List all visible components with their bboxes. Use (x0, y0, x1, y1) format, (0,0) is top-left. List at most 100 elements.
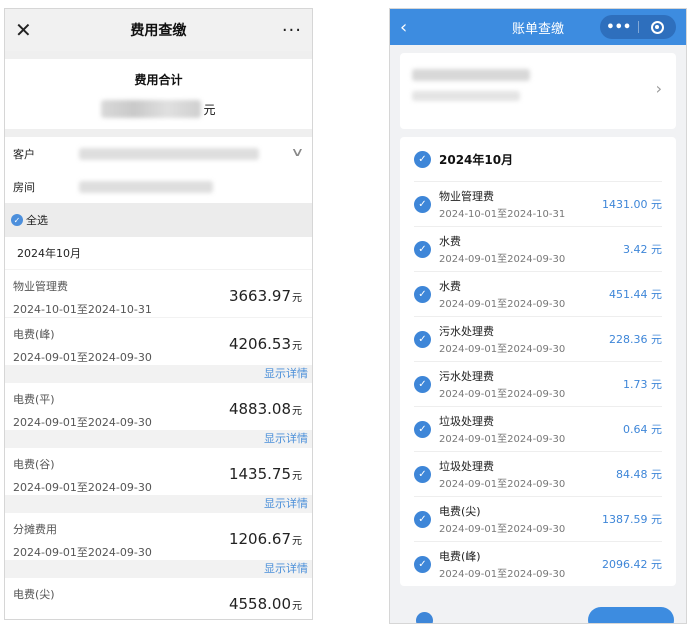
bill-name: 水费 (439, 235, 461, 248)
list-item[interactable]: ✓ 水费 2024-09-01至2024-09-30 451.44 元 (414, 271, 662, 316)
month-header: 2024年10月 (5, 237, 312, 269)
list-item[interactable]: 物业管理费 2024-10-01至2024-10-31 3663.97元 (5, 269, 312, 317)
list-item[interactable]: ✓ 污水处理费 2024-09-01至2024-09-30 228.36 元 (414, 316, 662, 361)
checkmark-icon[interactable]: ✓ (414, 195, 431, 213)
customer-field[interactable]: 客户 ∨ (5, 137, 312, 170)
list-item[interactable]: ✓ 电费(尖) 2024-09-01至2024-09-30 1387.59 元 (414, 496, 662, 541)
checkmark-icon[interactable]: ✓ (414, 285, 431, 303)
bill-date: 2024-09-01至2024-09-30 (439, 299, 566, 310)
month-header[interactable]: ✓ 2024年10月 (414, 137, 662, 181)
fee-amount: 4883.08元 (229, 400, 302, 418)
nav-bar: ‹ 账单查缴 ••• (390, 9, 686, 45)
checkmark-icon: ✓ (11, 214, 23, 226)
checkmark-icon[interactable]: ✓ (414, 465, 431, 483)
pay-button[interactable] (588, 607, 674, 623)
amount-value: 3663.97 (228, 287, 291, 305)
checkmark-icon[interactable]: ✓ (414, 150, 431, 168)
bill-amount: 228.36 元 (609, 333, 662, 346)
bill-name: 电费(峰) (439, 550, 481, 563)
show-details-link[interactable]: 显示详情 (5, 560, 312, 577)
chevron-down-icon[interactable]: ∨ (291, 145, 305, 159)
checkmark-icon[interactable]: ✓ (414, 240, 431, 258)
bill-date: 2024-09-01至2024-09-30 (439, 569, 566, 580)
list-item[interactable]: 电费(尖) 4558.00元 (5, 577, 312, 619)
bill-amount: 3.42 元 (623, 243, 662, 256)
list-item[interactable]: ✓ 污水处理费 2024-09-01至2024-09-30 1.73 元 (414, 361, 662, 406)
list-item[interactable]: ✓ 水费 2024-09-01至2024-09-30 3.42 元 (414, 226, 662, 271)
bill-amount: 2096.42 元 (602, 558, 662, 571)
checkmark-icon[interactable]: ✓ (414, 510, 431, 528)
filter-fields: 客户 ∨ 房间 (5, 137, 312, 203)
bill-date: 2024-09-01至2024-09-30 (439, 524, 566, 535)
bill-date: 2024-09-01至2024-09-30 (439, 344, 566, 355)
list-item[interactable]: ✓ 垃圾处理费 2024-09-01至2024-09-30 0.64 元 (414, 406, 662, 451)
bill-list: ✓ 2024年10月 ✓ 物业管理费 2024-10-01至2024-10-31 … (400, 137, 676, 586)
fee-amount: 4558.00元 (229, 595, 302, 613)
checkmark-icon[interactable]: ✓ (414, 555, 431, 573)
redacted-house-name (412, 69, 530, 81)
close-icon[interactable]: ✕ (15, 18, 35, 42)
bill-name: 物业管理费 (439, 190, 494, 203)
checkmark-icon[interactable]: ✓ (414, 375, 431, 393)
house-selector-card[interactable]: › (400, 53, 676, 129)
miniapp-capsule: ••• (600, 15, 676, 39)
select-all-label: 全选 (26, 214, 48, 227)
show-details-link[interactable]: 显示详情 (5, 495, 312, 512)
bill-name: 污水处理费 (439, 325, 494, 338)
room-label: 房间 (13, 180, 35, 194)
bill-amount: 0.64 元 (623, 423, 662, 436)
list-item[interactable]: ✓ 电费(峰) 2024-09-01至2024-09-30 2096.42 元 (414, 541, 662, 586)
select-all-checkbox[interactable]: ✓ 全选 (5, 203, 312, 237)
fee-amount: 1206.67元 (229, 530, 302, 548)
bill-amount: 84.48 元 (616, 468, 662, 481)
bill-inquiry-screen: ‹ 账单查缴 ••• › ✓ 2024年10月 ✓ 物业管理费 2024-10-0… (389, 8, 687, 624)
redacted-total-amount (101, 100, 202, 118)
bill-amount: 451.44 元 (609, 288, 662, 301)
nav-bar: ✕ 费用查缴 ··· (5, 9, 312, 51)
fee-inquiry-screen: ✕ 费用查缴 ··· 费用合计 元 客户 ∨ 房间 ✓ 全选 2024年10月 … (4, 8, 313, 620)
checkmark-icon[interactable]: ✓ (414, 330, 431, 348)
more-icon[interactable]: ··· (282, 20, 302, 41)
bill-name: 垃圾处理费 (439, 415, 494, 428)
checkmark-icon[interactable]: ✓ (414, 420, 431, 438)
close-miniapp-icon[interactable] (639, 20, 677, 34)
fee-amount: 1435.75元 (229, 465, 302, 483)
list-item[interactable]: 电费(谷) 2024-09-01至2024-09-30 1435.75元 (5, 447, 312, 495)
more-icon[interactable]: ••• (600, 20, 638, 35)
amount-value: 1435.75 (228, 465, 291, 483)
amount-unit: 元 (292, 406, 302, 417)
list-item[interactable]: 电费(平) 2024-09-01至2024-09-30 4883.08元 (5, 382, 312, 430)
amount-unit: 元 (292, 601, 302, 612)
amount-unit: 元 (292, 341, 302, 352)
bill-date: 2024-09-01至2024-09-30 (439, 434, 566, 445)
amount-unit: 元 (292, 471, 302, 482)
bill-name: 污水处理费 (439, 370, 494, 383)
bill-name: 电费(尖) (439, 505, 481, 518)
fee-list: 物业管理费 2024-10-01至2024-10-31 3663.97元 电费(… (5, 269, 312, 619)
bill-date: 2024-10-01至2024-10-31 (439, 209, 566, 220)
customer-label: 客户 (13, 147, 35, 161)
list-item[interactable]: 电费(峰) 2024-09-01至2024-09-30 4206.53元 (5, 317, 312, 365)
page-title: 费用查缴 (130, 23, 187, 39)
select-all-checkbox[interactable] (416, 612, 433, 623)
show-details-link[interactable]: 显示详情 (5, 365, 312, 382)
show-details-link[interactable]: 显示详情 (5, 430, 312, 447)
amount-value: 4883.08 (228, 400, 291, 418)
amount-value: 4206.53 (228, 335, 291, 353)
bill-amount: 1431.00 元 (602, 198, 662, 211)
bill-name: 垃圾处理费 (439, 460, 494, 473)
bill-date: 2024-09-01至2024-09-30 (439, 254, 566, 265)
list-item[interactable]: ✓ 物业管理费 2024-10-01至2024-10-31 1431.00 元 (414, 181, 662, 226)
list-item[interactable]: 分摊费用 2024-09-01至2024-09-30 1206.67元 (5, 512, 312, 560)
total-label: 费用合计 (134, 73, 183, 87)
amount-unit: 元 (292, 536, 302, 547)
bill-date: 2024-09-01至2024-09-30 (439, 479, 566, 490)
amount-value: 4558.00 (228, 595, 291, 613)
bottom-pay-bar (390, 605, 686, 623)
redacted-customer-value (79, 147, 259, 160)
total-section: 费用合计 元 (5, 59, 312, 129)
redacted-house-detail (412, 91, 520, 101)
bill-name: 水费 (439, 280, 461, 293)
list-item[interactable]: ✓ 垃圾处理费 2024-09-01至2024-09-30 84.48 元 (414, 451, 662, 496)
room-field[interactable]: 房间 (5, 170, 312, 203)
